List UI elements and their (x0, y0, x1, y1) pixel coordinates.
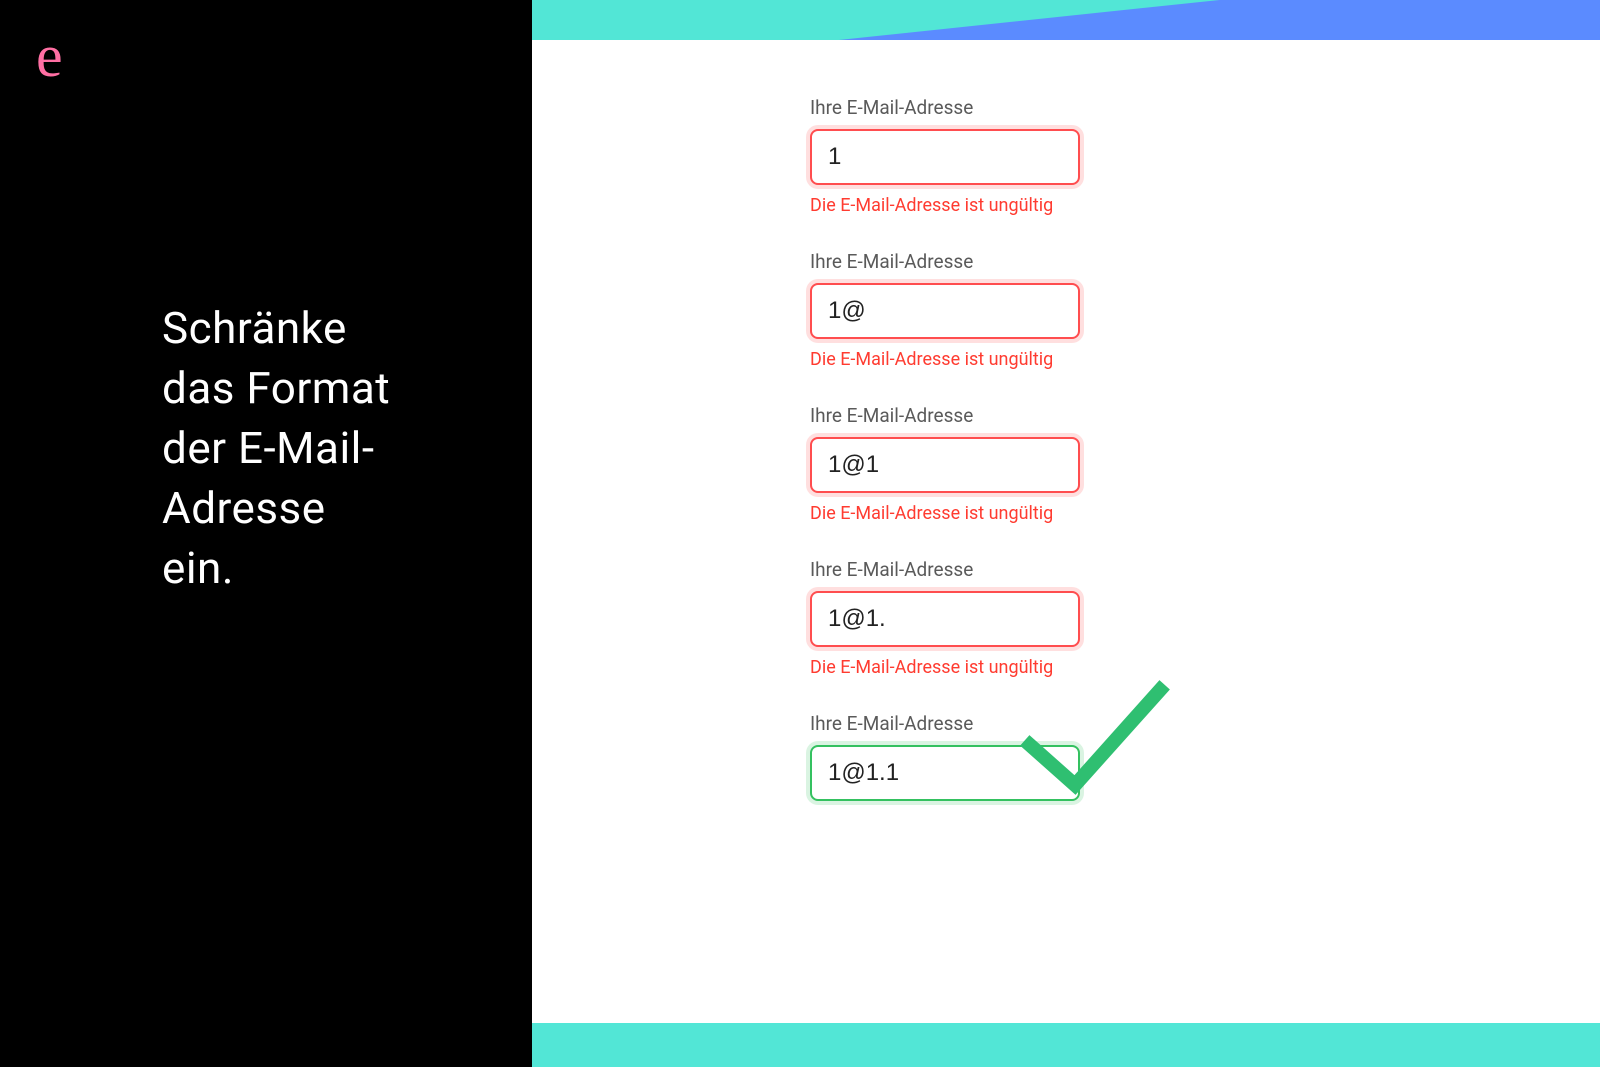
top-accent-band (532, 0, 1600, 40)
left-panel: e Schränkedas Formatder E-Mail-Adresseei… (0, 0, 532, 1067)
email-label: Ihre E-Mail-Adresse (810, 96, 1100, 119)
email-field-group: Ihre E-Mail-Adresse (810, 712, 1100, 801)
email-examples-column: Ihre E-Mail-Adresse Die E-Mail-Adresse i… (810, 96, 1100, 835)
email-input[interactable] (810, 591, 1080, 647)
email-error: Die E-Mail-Adresse ist ungültig (810, 195, 1100, 216)
email-error: Die E-Mail-Adresse ist ungültig (810, 503, 1100, 524)
input-wrap (810, 129, 1100, 185)
email-input[interactable] (810, 129, 1080, 185)
email-input[interactable] (810, 283, 1080, 339)
input-wrap (810, 283, 1100, 339)
email-input[interactable] (810, 745, 1080, 801)
email-error: Die E-Mail-Adresse ist ungültig (810, 349, 1100, 370)
email-label: Ihre E-Mail-Adresse (810, 558, 1100, 581)
email-field-group: Ihre E-Mail-Adresse Die E-Mail-Adresse i… (810, 404, 1100, 524)
email-field-group: Ihre E-Mail-Adresse Die E-Mail-Adresse i… (810, 96, 1100, 216)
email-label: Ihre E-Mail-Adresse (810, 404, 1100, 427)
email-error: Die E-Mail-Adresse ist ungültig (810, 657, 1100, 678)
email-field-group: Ihre E-Mail-Adresse Die E-Mail-Adresse i… (810, 250, 1100, 370)
email-input[interactable] (810, 437, 1080, 493)
email-label: Ihre E-Mail-Adresse (810, 712, 1100, 735)
input-wrap (810, 745, 1100, 801)
logo-e-icon: e (36, 26, 63, 86)
email-label: Ihre E-Mail-Adresse (810, 250, 1100, 273)
headline: Schränkedas Formatder E-Mail-Adresseein. (162, 298, 390, 598)
bottom-accent-band (532, 1023, 1600, 1067)
input-wrap (810, 437, 1100, 493)
input-wrap (810, 591, 1100, 647)
email-field-group: Ihre E-Mail-Adresse Die E-Mail-Adresse i… (810, 558, 1100, 678)
slide: e Schränkedas Formatder E-Mail-Adresseei… (0, 0, 1600, 1067)
